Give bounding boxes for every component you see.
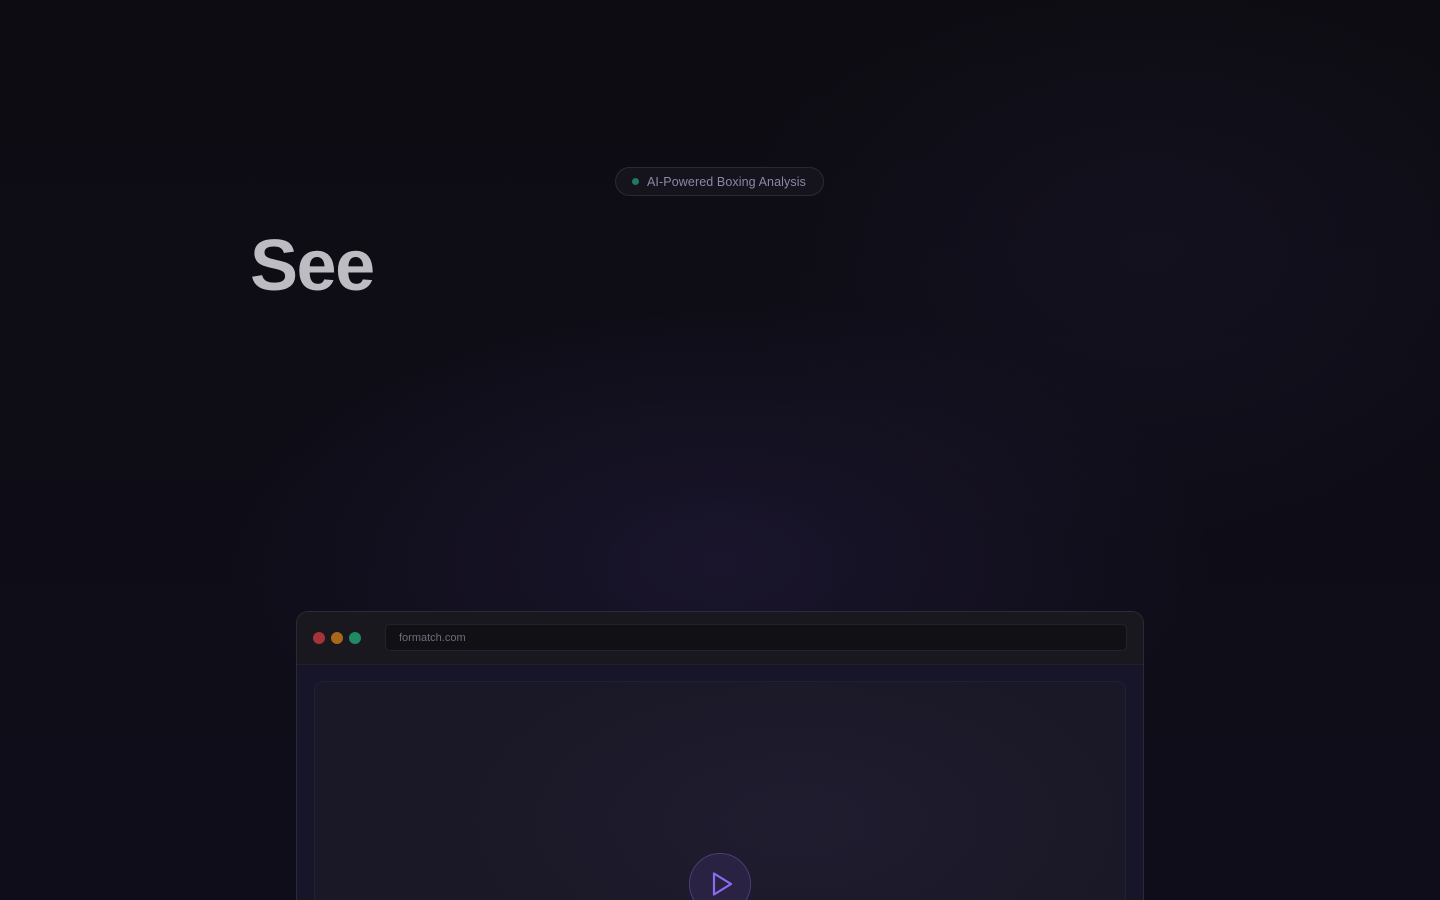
close-dot-icon [313, 632, 325, 644]
feature-badge: AI-Powered Boxing Analysis [615, 167, 824, 196]
maximize-dot-icon [349, 632, 361, 644]
video-preview [314, 681, 1126, 900]
browser-mockup: formatch.com [296, 611, 1144, 900]
browser-toolbar: formatch.com [297, 612, 1143, 665]
minimize-dot-icon [331, 632, 343, 644]
badge-label: AI-Powered Boxing Analysis [647, 174, 806, 189]
play-button[interactable] [689, 853, 751, 900]
play-icon [712, 872, 732, 896]
status-dot-icon [632, 178, 639, 185]
hero-headline: See [250, 226, 375, 306]
address-url: formatch.com [399, 631, 466, 644]
landing-page: AI-Powered Boxing Analysis See formatch.… [0, 0, 1440, 900]
address-bar: formatch.com [385, 624, 1127, 651]
